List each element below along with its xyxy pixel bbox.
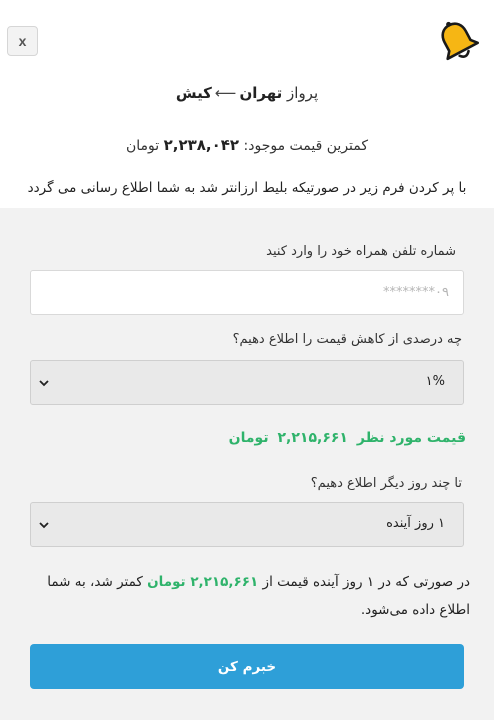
header-section (0, 0, 494, 208)
route-origin: تهران (239, 84, 283, 102)
phone-input[interactable] (31, 271, 463, 314)
days-selected: ۱ روز آینده (386, 516, 445, 531)
percent-select[interactable]: ۱% (30, 360, 464, 405)
arrow-left-icon: ⟵ (214, 84, 237, 102)
min-price: کمترین قیمت موجود: ۲,۲۳۸,۰۴۲ تومان (0, 136, 494, 154)
notice-text: در صورتی که در ۱ روز آینده قیمت از ۲,۲۱۵… (30, 568, 470, 624)
close-button[interactable]: x (7, 26, 38, 56)
phone-label: شماره تلفن همراه خود را وارد کنید (266, 244, 456, 259)
min-price-label: کمترین قیمت موجود: (243, 138, 369, 154)
target-label: قیمت مورد نظر (356, 430, 466, 446)
days-select[interactable]: ۱ روز آینده (30, 502, 464, 547)
submit-button[interactable]: خبرم کن (30, 644, 464, 689)
notice-part1: در صورتی که در ۱ روز آینده قیمت از (262, 574, 470, 590)
min-price-unit: تومان (125, 138, 160, 154)
phone-field[interactable] (30, 270, 464, 315)
flight-route: پرواز تهران⟵کیش (0, 84, 494, 102)
bell-icon (441, 21, 480, 61)
notice-price: ۲,۲۱۵,۶۶۱ تومان (147, 574, 259, 590)
target-unit: تومان (228, 430, 269, 446)
chevron-down-icon (39, 522, 49, 529)
percent-selected: ۱% (425, 374, 445, 389)
route-destination: کیش (175, 84, 212, 102)
min-price-value: ۲,۲۳۸,۰۴۲ (163, 136, 240, 154)
days-label: تا چند روز دیگر اطلاع دهیم؟ (310, 476, 462, 491)
target-value: ۲,۲۱۵,۶۶۱ (277, 430, 348, 446)
intro-text: با پر کردن فرم زیر در صورتیکه بلیط ارزان… (27, 180, 467, 196)
route-prefix: پرواز (287, 84, 319, 102)
target-price: قیمت مورد نظر ۲,۲۱۵,۶۶۱ تومان (229, 430, 466, 446)
percent-label: چه درصدی از کاهش قیمت را اطلاع دهیم؟ (232, 332, 462, 347)
chevron-down-icon (39, 380, 49, 387)
